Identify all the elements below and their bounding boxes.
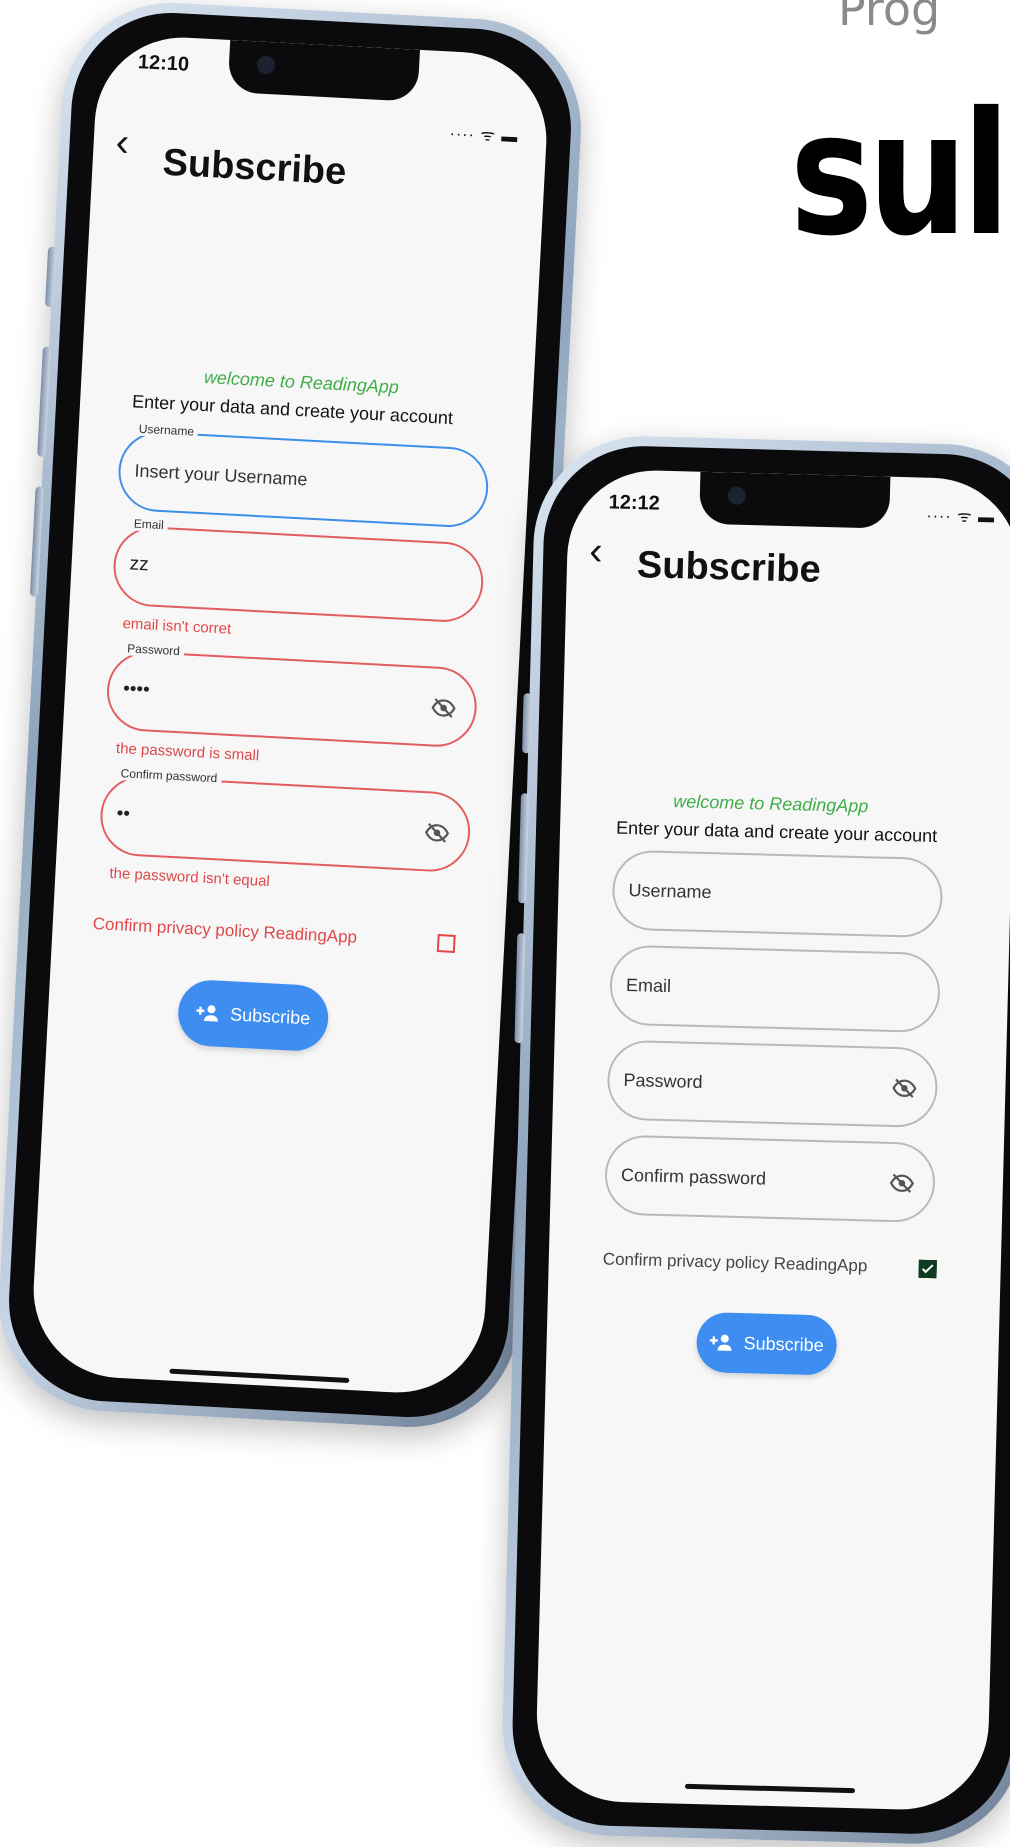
screen-2: 12:12 ···· ᯤ ▬ ‹ Subscribe welcome to Re… bbox=[534, 468, 1010, 1812]
username-placeholder: Username bbox=[628, 880, 712, 903]
notch bbox=[227, 39, 420, 102]
username-field[interactable]: Username bbox=[611, 849, 944, 939]
side-button bbox=[522, 693, 532, 754]
eye-off-icon[interactable] bbox=[889, 1170, 916, 1197]
password-field[interactable]: Password •••• bbox=[104, 641, 479, 749]
confirm-password-error: the password isn't equal bbox=[109, 864, 271, 891]
back-button[interactable]: ‹ bbox=[589, 529, 603, 573]
password-error: the password is small bbox=[115, 739, 260, 765]
eye-off-icon[interactable] bbox=[430, 694, 457, 721]
confirm-password-field[interactable]: Confirm password •• bbox=[98, 766, 473, 874]
email-error: email isn't corret bbox=[122, 615, 232, 638]
bezel: 12:10 ···· ᯤ ▬ ‹ Subscribe welcome to Re… bbox=[3, 7, 577, 1423]
side-button bbox=[518, 793, 529, 904]
confirm-password-placeholder: Confirm password bbox=[620, 1164, 767, 1189]
screen-1: 12:10 ···· ᯤ ▬ ‹ Subscribe welcome to Re… bbox=[29, 33, 551, 1397]
status-time: 12:10 bbox=[137, 51, 190, 76]
username-label: Username bbox=[134, 421, 199, 439]
password-label: Password bbox=[122, 641, 185, 659]
eye-off-icon[interactable] bbox=[423, 819, 450, 846]
subscribe-button-label: Subscribe bbox=[743, 1332, 824, 1355]
email-field[interactable]: Email zz bbox=[111, 516, 486, 624]
bezel: 12:12 ···· ᯤ ▬ ‹ Subscribe welcome to Re… bbox=[510, 443, 1010, 1837]
header-subtitle: Prog bbox=[838, 0, 941, 36]
notch bbox=[699, 471, 891, 529]
password-field[interactable]: Password bbox=[606, 1039, 939, 1129]
status-time: 12:12 bbox=[608, 491, 661, 515]
person-add-icon bbox=[196, 1005, 218, 1022]
confirm-password-field[interactable]: Confirm password bbox=[603, 1134, 936, 1224]
email-label: Email bbox=[129, 516, 169, 533]
welcome-text: welcome to ReadingApp bbox=[673, 791, 869, 817]
home-indicator bbox=[684, 1783, 856, 1794]
welcome-text: welcome to ReadingApp bbox=[203, 367, 400, 398]
privacy-checkbox[interactable] bbox=[436, 934, 456, 953]
privacy-label: Confirm privacy policy ReadingApp bbox=[602, 1249, 868, 1276]
page-title: Subscribe bbox=[161, 141, 348, 194]
status-icons: ···· ᯤ ▬ bbox=[449, 125, 519, 147]
status-icons: ···· ᯤ ▬ bbox=[926, 507, 996, 527]
person-add-icon bbox=[709, 1334, 732, 1351]
privacy-checkbox[interactable] bbox=[918, 1259, 937, 1279]
header-title: sul bbox=[790, 76, 1010, 274]
email-placeholder: Email bbox=[625, 974, 672, 997]
email-field[interactable]: Email bbox=[608, 944, 941, 1034]
phone-frame-1: 12:10 ···· ᯤ ▬ ‹ Subscribe welcome to Re… bbox=[0, 0, 587, 1433]
username-field[interactable]: Username Insert your Username bbox=[116, 421, 491, 530]
password-placeholder: Password bbox=[623, 1069, 703, 1093]
email-value: zz bbox=[129, 553, 150, 576]
confirm-password-value: •• bbox=[116, 803, 131, 825]
subscribe-button[interactable]: Subscribe bbox=[695, 1311, 838, 1376]
camera-icon bbox=[727, 486, 747, 505]
confirm-password-label: Confirm password bbox=[116, 766, 222, 786]
home-indicator bbox=[169, 1368, 350, 1384]
side-button bbox=[514, 933, 526, 1044]
privacy-label: Confirm privacy policy ReadingApp bbox=[92, 913, 358, 947]
subscribe-button[interactable]: Subscribe bbox=[176, 978, 330, 1053]
password-value: •••• bbox=[122, 678, 151, 701]
eye-off-icon[interactable] bbox=[891, 1075, 918, 1102]
camera-icon bbox=[256, 55, 276, 75]
side-button bbox=[29, 486, 44, 597]
side-button bbox=[45, 246, 57, 308]
subscribe-button-label: Subscribe bbox=[229, 1003, 311, 1028]
instructions-text: Enter your data and create your account bbox=[615, 817, 938, 847]
page-title: Subscribe bbox=[636, 544, 822, 591]
phone-frame-2: 12:12 ···· ᯤ ▬ ‹ Subscribe welcome to Re… bbox=[499, 433, 1010, 1847]
side-button bbox=[37, 346, 51, 457]
checkmark-icon bbox=[921, 1264, 934, 1274]
username-placeholder: Insert your Username bbox=[134, 460, 308, 490]
back-button[interactable]: ‹ bbox=[115, 120, 131, 165]
